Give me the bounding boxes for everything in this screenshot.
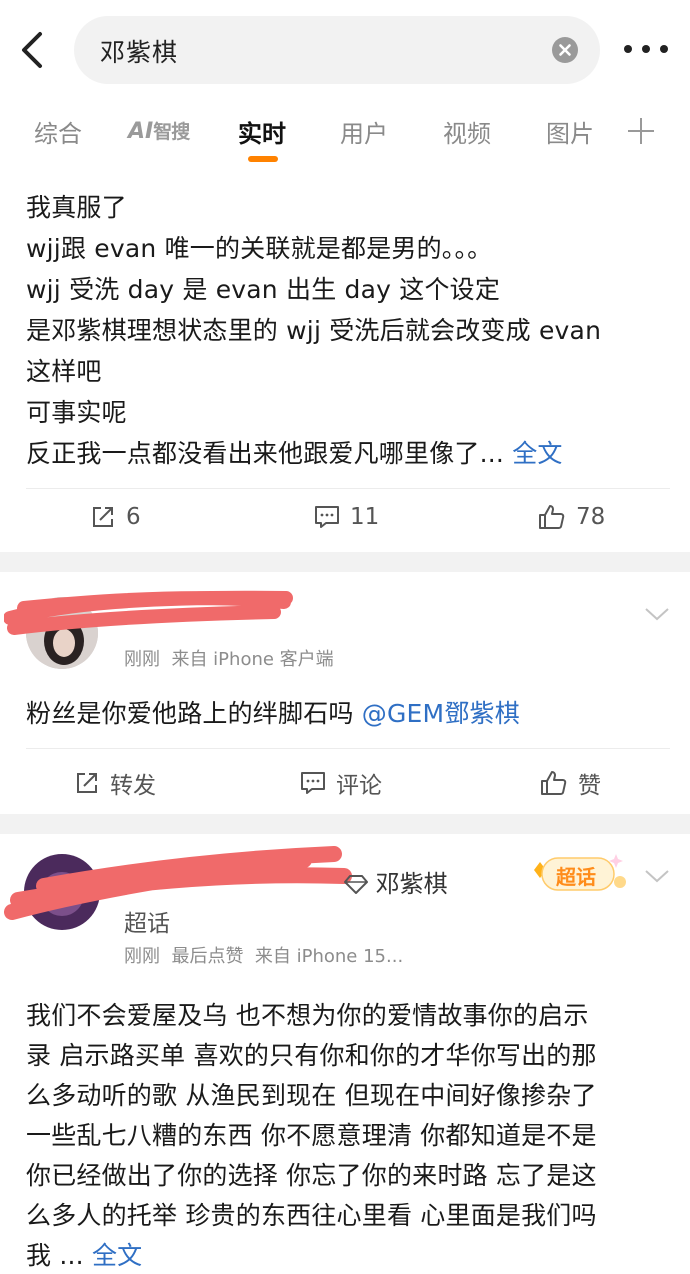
- comment-label: 评论: [336, 773, 382, 799]
- comment-line: 你已经做出了你的选择 你忘了你的来时路 忘了是这: [26, 1161, 597, 1190]
- comment-line: 一些乱七八糟的东西 你不愿意理清 你都知道是不是: [26, 1121, 597, 1150]
- comment-line: 么多人的托举 珍贵的东西往心里看 心里面是我们吗: [26, 1201, 597, 1230]
- comment-icon: [301, 772, 325, 794]
- post-line-last: 反正我一点都没看出来他跟爱凡哪里像了... 全文: [26, 434, 563, 470]
- comment-source: 来自 iPhone 客户端: [171, 649, 334, 670]
- post-line: 这样吧: [26, 357, 102, 386]
- topic-name[interactable]: 邓紫棋: [344, 864, 448, 899]
- tab-videos[interactable]: 视频: [443, 114, 491, 149]
- comment-line: 我们不会爱屋及乌 也不想为你的爱情故事你的启示: [26, 1001, 589, 1030]
- chevron-down-icon[interactable]: [644, 868, 670, 884]
- repost-icon: [77, 773, 97, 793]
- like-button[interactable]: 78: [538, 504, 605, 530]
- comment-button[interactable]: 评论: [300, 766, 382, 800]
- clear-icon[interactable]: [552, 37, 578, 63]
- ai-label: AI: [128, 119, 154, 144]
- top-bar: 邓紫棋: [0, 0, 690, 100]
- post-line: 是邓紫棋理想状态里的 wjj 受洗后就会改变成 evan: [26, 316, 602, 345]
- mention-link[interactable]: @GEM鄧紫棋: [362, 699, 520, 728]
- super-topic-label: 超话: [556, 865, 596, 889]
- search-input[interactable]: 邓紫棋: [74, 16, 600, 84]
- repost-count: 6: [126, 504, 141, 530]
- comment-body: 粉丝是你爱他路上的绊脚石吗: [26, 699, 362, 728]
- super-topic-badge[interactable]: 超话: [528, 848, 632, 898]
- chevron-down-icon[interactable]: [644, 606, 670, 622]
- comment-expand-link[interactable]: 全文: [92, 1241, 142, 1270]
- post-line: 我真服了: [26, 193, 127, 222]
- like-count: 78: [576, 504, 606, 530]
- comment-time: 刚刚: [124, 946, 160, 967]
- search-tabs: 综合 AI智搜 实时 用户 视频 图片: [0, 100, 690, 170]
- divider: [26, 748, 670, 749]
- comment-meta: 刚刚 最后点赞 来自 iPhone 15...: [124, 942, 403, 968]
- comment-line: 么多动听的歌 从渔民到现在 但现在中间好像掺杂了: [26, 1081, 597, 1110]
- tab-realtime[interactable]: 实时: [238, 114, 286, 149]
- more-icon[interactable]: [624, 42, 668, 56]
- active-tab-indicator: [248, 156, 278, 162]
- post-line: 可事实呢: [26, 398, 127, 427]
- tab-ai-search[interactable]: AI智搜: [128, 116, 190, 144]
- tab-images[interactable]: 图片: [546, 114, 594, 149]
- plus-icon[interactable]: [628, 118, 654, 144]
- tab-users[interactable]: 用户: [340, 114, 388, 149]
- topic-label: 邓紫棋: [375, 870, 448, 898]
- comment-line-last: 我 ... 全文: [26, 1236, 142, 1272]
- liked-label: 最后点赞: [171, 946, 244, 967]
- comment-meta: 刚刚 来自 iPhone 客户端: [124, 645, 334, 671]
- topic-suffix: 超话: [124, 911, 170, 937]
- comment-line: 录 启示路买单 喜欢的只有你和你的才华你写出的那: [26, 1041, 597, 1070]
- like-button[interactable]: 赞: [540, 766, 601, 800]
- comment-time: 刚刚: [124, 649, 160, 670]
- repost-button[interactable]: 转发: [74, 766, 156, 800]
- post-line: 反正我一点都没看出来他跟爱凡哪里像了...: [26, 439, 505, 468]
- post-line: wjj跟 evan 唯一的关联就是都是男的。。。: [26, 234, 493, 263]
- back-arrow-icon[interactable]: [18, 30, 48, 70]
- divider: [26, 488, 670, 489]
- post-expand-link[interactable]: 全文: [512, 439, 562, 468]
- repost-button[interactable]: 6: [90, 504, 141, 530]
- redaction-scribble: [4, 846, 352, 920]
- section-separator: [0, 814, 690, 834]
- tab-general[interactable]: 综合: [34, 114, 82, 149]
- like-icon: [539, 505, 565, 529]
- post-line: wjj 受洗 day 是 evan 出生 day 这个设定: [26, 275, 501, 304]
- redaction-scribble: [4, 590, 293, 635]
- comment-source: 来自 iPhone 15...: [254, 946, 404, 967]
- section-separator: [0, 552, 690, 572]
- comment-text: 粉丝是你爱他路上的绊脚石吗 @GEM鄧紫棋: [26, 694, 520, 730]
- comment-button[interactable]: 11: [314, 504, 379, 530]
- search-query: 邓紫棋: [100, 38, 179, 67]
- like-label: 赞: [578, 773, 601, 799]
- diamond-icon: [344, 875, 368, 894]
- comment-count: 11: [350, 504, 380, 530]
- comment-icon: [315, 506, 339, 528]
- like-icon: [541, 771, 567, 795]
- repost-label: 转发: [110, 773, 156, 799]
- comment-line: 我 ...: [26, 1241, 84, 1270]
- repost-icon: [93, 507, 113, 527]
- ai-sublabel: 智搜: [153, 121, 190, 143]
